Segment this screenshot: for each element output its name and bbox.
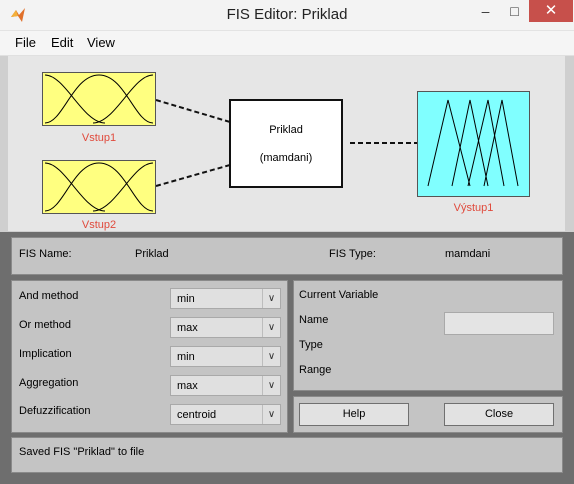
- variable-type-label: Type: [299, 339, 323, 351]
- variable-name-label: Name: [299, 314, 329, 326]
- and-method-select[interactable]: min ∨: [170, 288, 281, 309]
- chevron-down-icon: ∨: [262, 318, 280, 337]
- implication-select[interactable]: min ∨: [170, 346, 281, 367]
- fis-name-label: FIS Name:: [19, 248, 72, 260]
- defuzzification-select[interactable]: centroid ∨: [170, 404, 281, 425]
- aggregation-value: max: [177, 380, 198, 392]
- aggregation-select[interactable]: max ∨: [170, 375, 281, 396]
- triangular-mf-icon: [427, 99, 519, 187]
- close-button[interactable]: Close: [444, 403, 554, 426]
- input-vstup1-box[interactable]: [42, 72, 156, 126]
- output-vystup1-box[interactable]: [417, 91, 530, 197]
- and-method-label: And method: [19, 290, 79, 302]
- implication-label: Implication: [19, 348, 72, 360]
- help-button[interactable]: Help: [299, 403, 409, 426]
- fis-editor-window: FIS Editor: Priklad – □ ✕ File Edit View…: [0, 0, 574, 484]
- input-vstup2-box[interactable]: [42, 160, 156, 214]
- and-method-value: min: [177, 293, 195, 305]
- gaussian-mf-icon: [44, 162, 154, 212]
- menu-bar: File Edit View: [0, 31, 574, 56]
- fis-name-value: Priklad: [135, 248, 169, 260]
- menu-view[interactable]: View: [86, 31, 116, 55]
- implication-value: min: [177, 351, 195, 363]
- variable-name-field[interactable]: [444, 312, 554, 335]
- variable-range-label: Range: [299, 364, 332, 376]
- fis-info-panel: FIS Name: Priklad FIS Type: mamdani: [11, 237, 563, 275]
- output-vystup1-label: Výstup1: [453, 202, 494, 214]
- fis-type-label: FIS Type:: [329, 248, 376, 260]
- or-method-select[interactable]: max ∨: [170, 317, 281, 338]
- methods-panel: And method min ∨ Or method max ∨ Implica…: [11, 280, 288, 433]
- system-type: (mamdani): [259, 152, 313, 164]
- menu-edit[interactable]: Edit: [50, 31, 74, 55]
- fis-diagram: Vstup1 Vstup2 Priklad (mamdani) Výstup1: [8, 56, 565, 231]
- system-box[interactable]: Priklad (mamdani): [229, 99, 343, 188]
- fis-type-value: mamdani: [445, 248, 491, 260]
- maximize-button[interactable]: □: [500, 0, 529, 22]
- or-method-label: Or method: [19, 319, 71, 331]
- aggregation-label: Aggregation: [19, 377, 79, 389]
- gaussian-mf-icon: [44, 74, 154, 124]
- chevron-down-icon: ∨: [262, 376, 280, 395]
- chevron-down-icon: ∨: [262, 347, 280, 366]
- or-method-value: max: [177, 322, 198, 334]
- buttons-panel: Help Close: [293, 396, 563, 433]
- defuzzification-value: centroid: [177, 409, 217, 421]
- current-variable-panel: Current Variable Name Type Range: [293, 280, 563, 391]
- status-text: Saved FIS "Priklad" to file: [19, 446, 145, 458]
- system-name: Priklad: [269, 124, 303, 136]
- chevron-down-icon: ∨: [262, 289, 280, 308]
- status-panel: Saved FIS "Priklad" to file: [11, 437, 563, 473]
- input-vstup1-label: Vstup1: [81, 132, 117, 144]
- chevron-down-icon: ∨: [262, 405, 280, 424]
- menu-file[interactable]: File: [14, 31, 37, 55]
- defuzzification-label: Defuzzification: [19, 405, 91, 417]
- close-window-button[interactable]: ✕: [529, 0, 573, 22]
- current-variable-title: Current Variable: [299, 289, 379, 301]
- input-vstup2-label: Vstup2: [81, 219, 117, 231]
- minimize-button[interactable]: –: [471, 0, 500, 22]
